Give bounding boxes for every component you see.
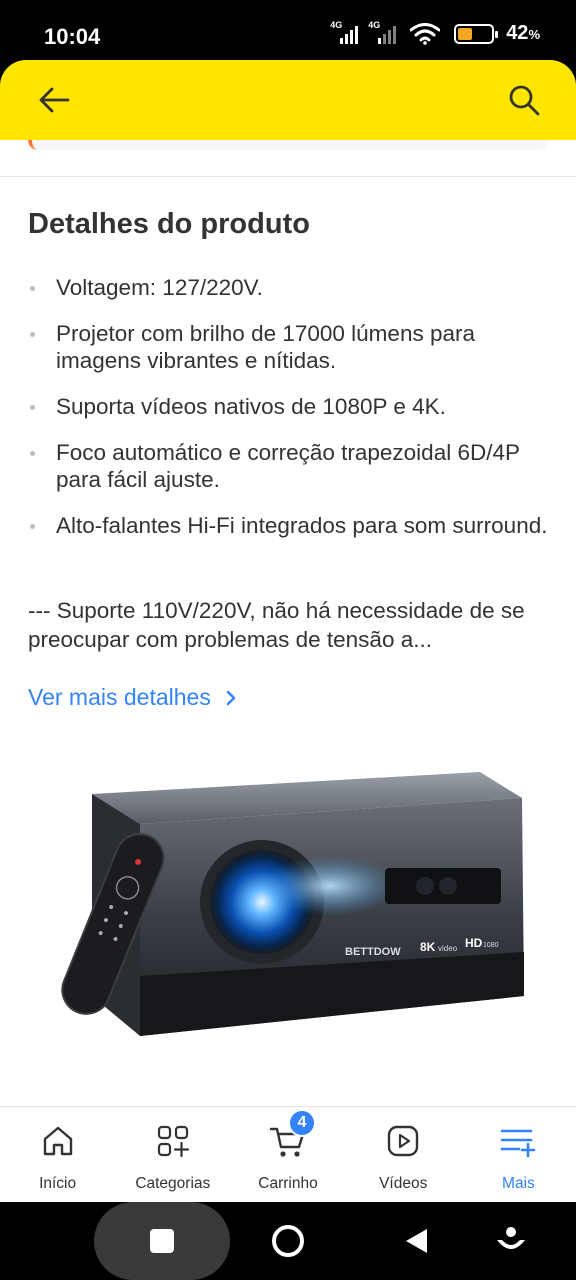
feature-item: Projetor com brilho de 17000 lúmens para… (28, 320, 558, 374)
search-icon (509, 85, 540, 116)
bullet-icon (30, 524, 35, 529)
back-button[interactable] (32, 78, 76, 122)
system-nav-bar (0, 1202, 576, 1280)
home-button[interactable] (270, 1223, 306, 1259)
arrow-left-icon (39, 87, 70, 113)
search-button[interactable] (502, 78, 546, 122)
home-circle-icon (272, 1225, 304, 1257)
section-title: Detalhes do produto (28, 208, 310, 240)
nav-item-inicio[interactable]: Início (0, 1107, 115, 1202)
app-header (0, 60, 576, 140)
recents-button[interactable] (94, 1202, 230, 1280)
bullet-icon (30, 286, 35, 291)
home-icon (43, 1126, 72, 1156)
nav-label-categorias: Categorias (135, 1175, 211, 1192)
light-beam (260, 856, 400, 916)
nav-item-carrinho[interactable]: 4 Carrinho (230, 1107, 345, 1202)
badge-8k: 8K (420, 940, 436, 954)
nav-label-mais: Mais (502, 1175, 535, 1192)
nav-label-videos: Vídeos (379, 1175, 428, 1192)
status-time: 10:04 (44, 24, 101, 49)
feature-item: Voltagem: 127/220V. (28, 274, 558, 301)
product-image[interactable]: BETTDOW 8K video HD 1080 (40, 766, 540, 1056)
recents-icon (150, 1229, 174, 1253)
nav-item-categorias[interactable]: Categorias (115, 1107, 230, 1202)
status-icons: 4G 4G 42% (330, 20, 540, 45)
wifi-icon (410, 22, 441, 45)
feature-list: Voltagem: 127/220V. Projetor com brilho … (28, 274, 558, 558)
bottom-nav: Início Categorias 4 Carrinho Vídeos Mais (0, 1106, 576, 1202)
section-divider (0, 176, 576, 177)
nav-item-videos[interactable]: Vídeos (346, 1107, 461, 1202)
bullet-icon (30, 405, 35, 410)
feature-item: Alto-falantes Hi-Fi integrados para som … (28, 512, 558, 539)
back-system-button[interactable] (402, 1226, 432, 1256)
bullet-icon (30, 332, 35, 337)
product-details-section: Detalhes do produto Voltagem: 127/220V. … (0, 140, 576, 1106)
network-type-1: 4G (330, 19, 343, 30)
nav-item-mais[interactable]: Mais (461, 1107, 576, 1202)
feature-item: Suporta vídeos nativos de 1080P e 4K. (28, 393, 558, 420)
previous-card-edge (28, 140, 548, 150)
battery-icon (454, 23, 499, 44)
signal-icon: 4G (330, 20, 359, 44)
battery-level-fill (458, 27, 472, 40)
network-type-2: 4G (368, 19, 381, 30)
feature-item: Foco automático e correção trapezoidal 6… (28, 439, 558, 493)
brand-label: BETTDOW (345, 946, 401, 958)
assistant-button[interactable] (494, 1224, 528, 1258)
battery-percent: 42% (506, 22, 540, 44)
see-more-details-link[interactable]: Ver mais detalhes (28, 684, 237, 711)
categories-icon (157, 1125, 189, 1158)
badge-8k-sub: video (438, 944, 458, 953)
bullet-icon (30, 451, 35, 456)
video-icon (388, 1125, 419, 1157)
assistant-icon (497, 1227, 525, 1249)
nav-label-carrinho: Carrinho (258, 1175, 318, 1192)
back-triangle-icon (406, 1229, 427, 1253)
badge-hd: HD (465, 936, 483, 950)
cart-count-badge: 4 (288, 1109, 316, 1137)
menu-plus-icon (501, 1129, 536, 1158)
badge-hd-sub: 1080 (483, 942, 499, 949)
see-more-details-label: Ver mais detalhes (28, 684, 211, 710)
signal-icon-2: 4G (368, 20, 397, 44)
product-description: --- Suporte 110V/220V, não há necessidad… (28, 598, 525, 652)
nav-label-inicio: Início (39, 1175, 77, 1192)
chevron-right-icon (226, 690, 236, 705)
